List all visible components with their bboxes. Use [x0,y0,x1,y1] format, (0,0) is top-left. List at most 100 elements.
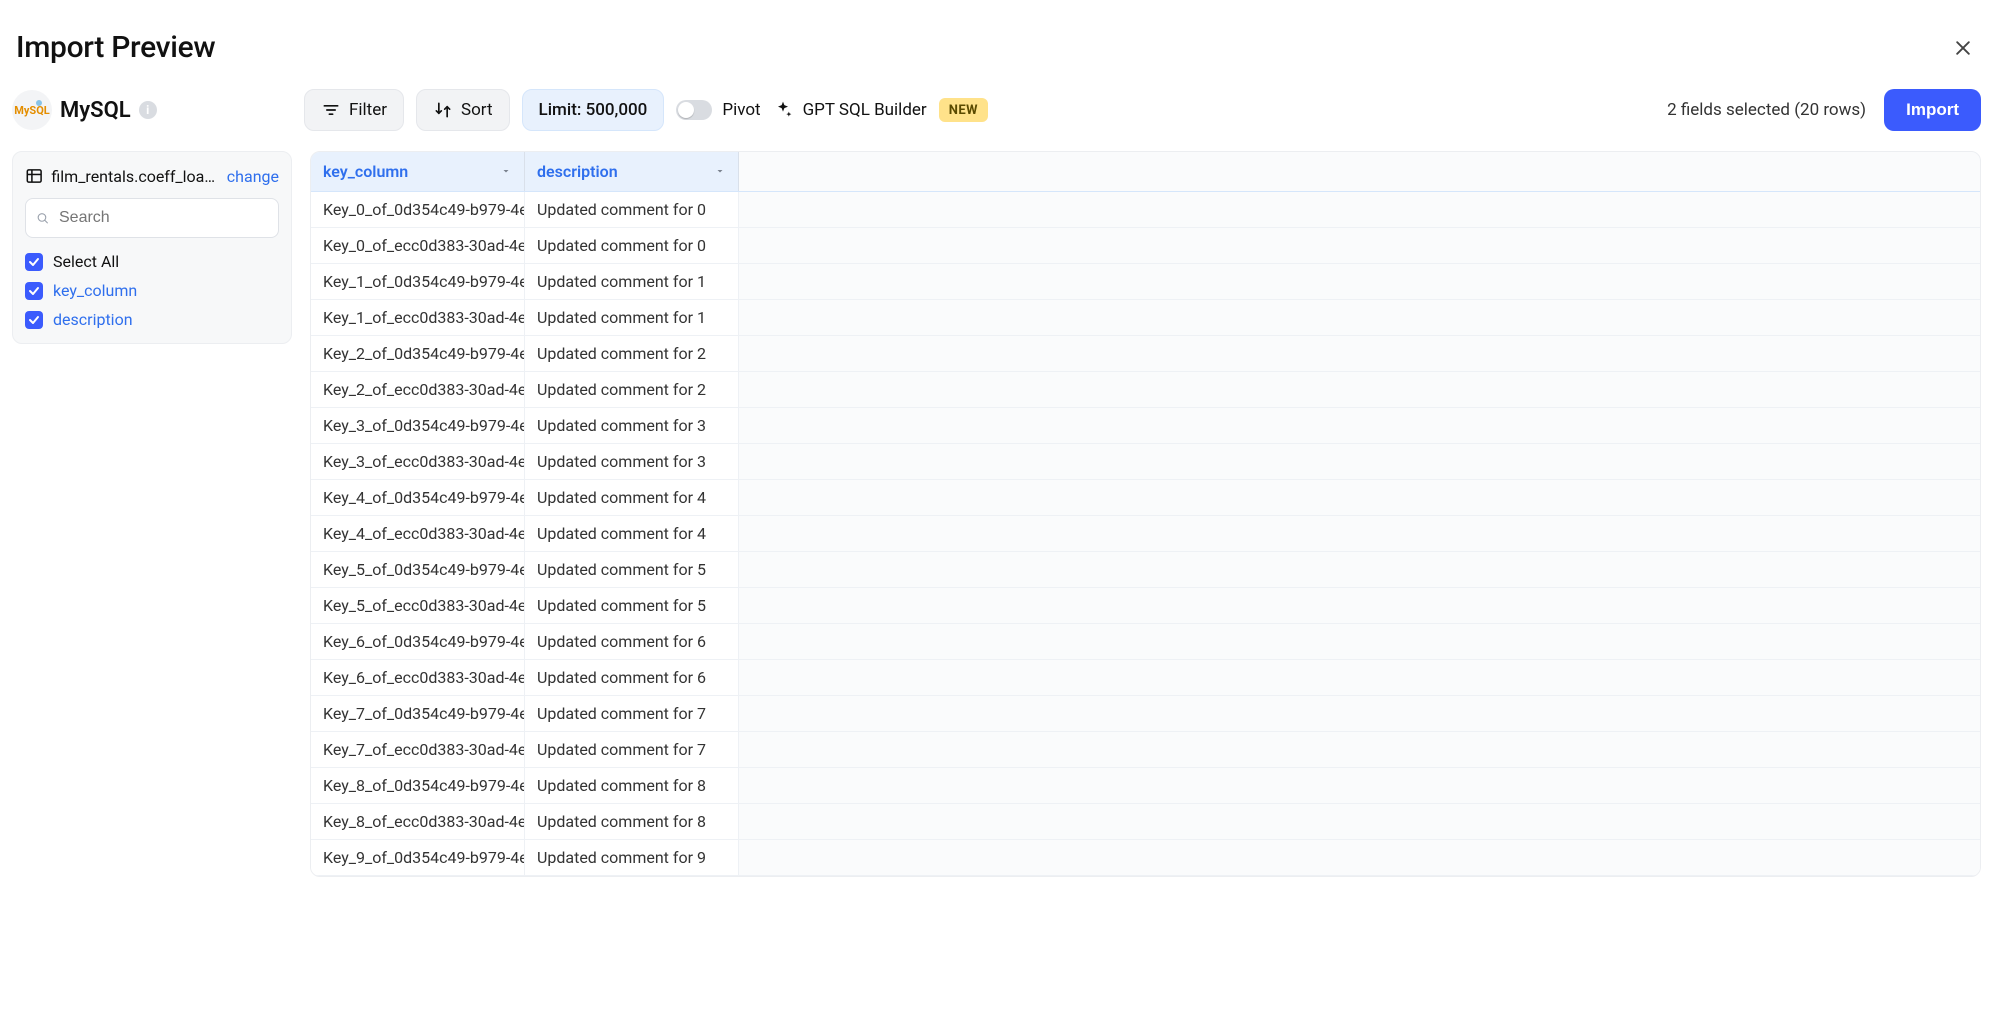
table-row[interactable]: Key_2_of_ecc0d383-30ad-4ecUpdated commen… [311,372,1980,408]
pivot-toggle[interactable]: Pivot [676,100,760,120]
table-row[interactable]: Key_4_of_ecc0d383-30ad-4ecUpdated commen… [311,516,1980,552]
table-row-filler [739,804,1980,839]
cell-description: Updated comment for 2 [525,336,739,371]
table-header-row: key_column description [311,152,1980,192]
table-row[interactable]: Key_4_of_0d354c49-b979-4ecUpdated commen… [311,480,1980,516]
table-row-filler [739,192,1980,227]
cell-description: Updated comment for 6 [525,660,739,695]
field-search[interactable] [25,198,279,238]
table-row-filler [739,552,1980,587]
table-icon [25,166,43,186]
table-row-filler [739,588,1980,623]
column-header-label: key_column [323,162,408,181]
cell-key_column: Key_1_of_ecc0d383-30ad-4ec [311,300,525,335]
table-row-filler [739,300,1980,335]
gpt-sql-builder-button[interactable]: GPT SQL Builder [773,100,927,120]
table-header-filler [739,152,1980,191]
field-label: key_column [53,281,137,300]
column-header-description[interactable]: description [525,152,739,191]
cell-key_column: Key_3_of_0d354c49-b979-4ec [311,408,525,443]
table-row[interactable]: Key_5_of_ecc0d383-30ad-4ecUpdated commen… [311,588,1980,624]
datasource-name: MySQL [60,98,131,123]
cell-description: Updated comment for 1 [525,264,739,299]
table-row-filler [739,840,1980,875]
gpt-label: GPT SQL Builder [803,100,927,120]
table-row-filler [739,444,1980,479]
table-row[interactable]: Key_6_of_ecc0d383-30ad-4ecUpdated commen… [311,660,1980,696]
field-checkbox-key_column[interactable]: key_column [25,281,279,300]
limit-button[interactable]: Limit: 500,000 [522,89,665,131]
pivot-label: Pivot [722,100,760,120]
fields-sidebar: film_rentals.coeff_load_... change Selec… [12,151,292,344]
close-icon [1953,38,1973,58]
search-icon [36,210,49,226]
table-row[interactable]: Key_6_of_0d354c49-b979-4ecUpdated commen… [311,624,1980,660]
column-menu-button[interactable] [500,162,512,181]
table-row-filler [739,264,1980,299]
cell-key_column: Key_2_of_0d354c49-b979-4ec [311,336,525,371]
datasource-logo-text: MySQL [14,104,49,117]
page-title: Import Preview [16,30,215,65]
info-icon: i [146,103,149,117]
table-row[interactable]: Key_2_of_0d354c49-b979-4ecUpdated commen… [311,336,1980,372]
cell-description: Updated comment for 4 [525,480,739,515]
table-row[interactable]: Key_8_of_ecc0d383-30ad-4ecUpdated commen… [311,804,1980,840]
cell-key_column: Key_6_of_ecc0d383-30ad-4ec [311,660,525,695]
table-row[interactable]: Key_7_of_ecc0d383-30ad-4ecUpdated commen… [311,732,1980,768]
table-row[interactable]: Key_8_of_0d354c49-b979-4ecUpdated commen… [311,768,1980,804]
sort-label: Sort [461,100,493,120]
cell-description: Updated comment for 3 [525,444,739,479]
field-checkbox-description[interactable]: description [25,310,279,329]
cell-key_column: Key_4_of_ecc0d383-30ad-4ec [311,516,525,551]
filter-button[interactable]: Filter [304,89,404,131]
chevron-down-icon [714,165,726,177]
field-search-input[interactable] [57,208,268,228]
table-row[interactable]: Key_0_of_ecc0d383-30ad-4ecUpdated commen… [311,228,1980,264]
field-label: description [53,310,133,329]
column-menu-button[interactable] [714,162,726,181]
cell-key_column: Key_8_of_ecc0d383-30ad-4ec [311,804,525,839]
cell-description: Updated comment for 4 [525,516,739,551]
filter-icon [321,100,341,120]
table-row[interactable]: Key_5_of_0d354c49-b979-4ecUpdated commen… [311,552,1980,588]
table-row[interactable]: Key_7_of_0d354c49-b979-4ecUpdated commen… [311,696,1980,732]
cell-key_column: Key_5_of_ecc0d383-30ad-4ec [311,588,525,623]
cell-key_column: Key_5_of_0d354c49-b979-4ec [311,552,525,587]
cell-key_column: Key_3_of_ecc0d383-30ad-4ec [311,444,525,479]
column-header-label: description [537,162,618,181]
column-header-key_column[interactable]: key_column [311,152,525,191]
cell-description: Updated comment for 5 [525,552,739,587]
cell-key_column: Key_9_of_0d354c49-b979-4ec [311,840,525,875]
table-row-filler [739,372,1980,407]
table-row[interactable]: Key_9_of_0d354c49-b979-4ecUpdated commen… [311,840,1980,876]
table-row[interactable]: Key_3_of_0d354c49-b979-4ecUpdated commen… [311,408,1980,444]
table-body: Key_0_of_0d354c49-b979-4ecUpdated commen… [311,192,1980,876]
checkbox-checked-icon [25,311,43,329]
filter-label: Filter [349,100,387,120]
table-row[interactable]: Key_3_of_ecc0d383-30ad-4ecUpdated commen… [311,444,1980,480]
import-button[interactable]: Import [1884,89,1981,131]
table-row-filler [739,732,1980,767]
cell-key_column: Key_7_of_ecc0d383-30ad-4ec [311,732,525,767]
table-row-filler [739,336,1980,371]
table-row[interactable]: Key_0_of_0d354c49-b979-4ecUpdated commen… [311,192,1980,228]
cell-key_column: Key_0_of_ecc0d383-30ad-4ec [311,228,525,263]
table-row-filler [739,516,1980,551]
sort-button[interactable]: Sort [416,89,510,131]
change-table-link[interactable]: change [227,167,279,186]
cell-description: Updated comment for 7 [525,696,739,731]
close-button[interactable] [1949,34,1977,62]
cell-key_column: Key_6_of_0d354c49-b979-4ec [311,624,525,659]
datasource-accent-dot [36,100,42,106]
table-row[interactable]: Key_1_of_0d354c49-b979-4ecUpdated commen… [311,264,1980,300]
toggle-knob [678,102,694,118]
table-row-filler [739,696,1980,731]
new-badge: NEW [939,98,988,122]
cell-description: Updated comment for 0 [525,192,739,227]
table-row[interactable]: Key_1_of_ecc0d383-30ad-4ecUpdated commen… [311,300,1980,336]
table-row-filler [739,408,1980,443]
datasource-info-button[interactable]: i [139,101,157,119]
select-all-checkbox[interactable]: Select All [25,252,279,271]
cell-key_column: Key_8_of_0d354c49-b979-4ec [311,768,525,803]
table-row-filler [739,660,1980,695]
